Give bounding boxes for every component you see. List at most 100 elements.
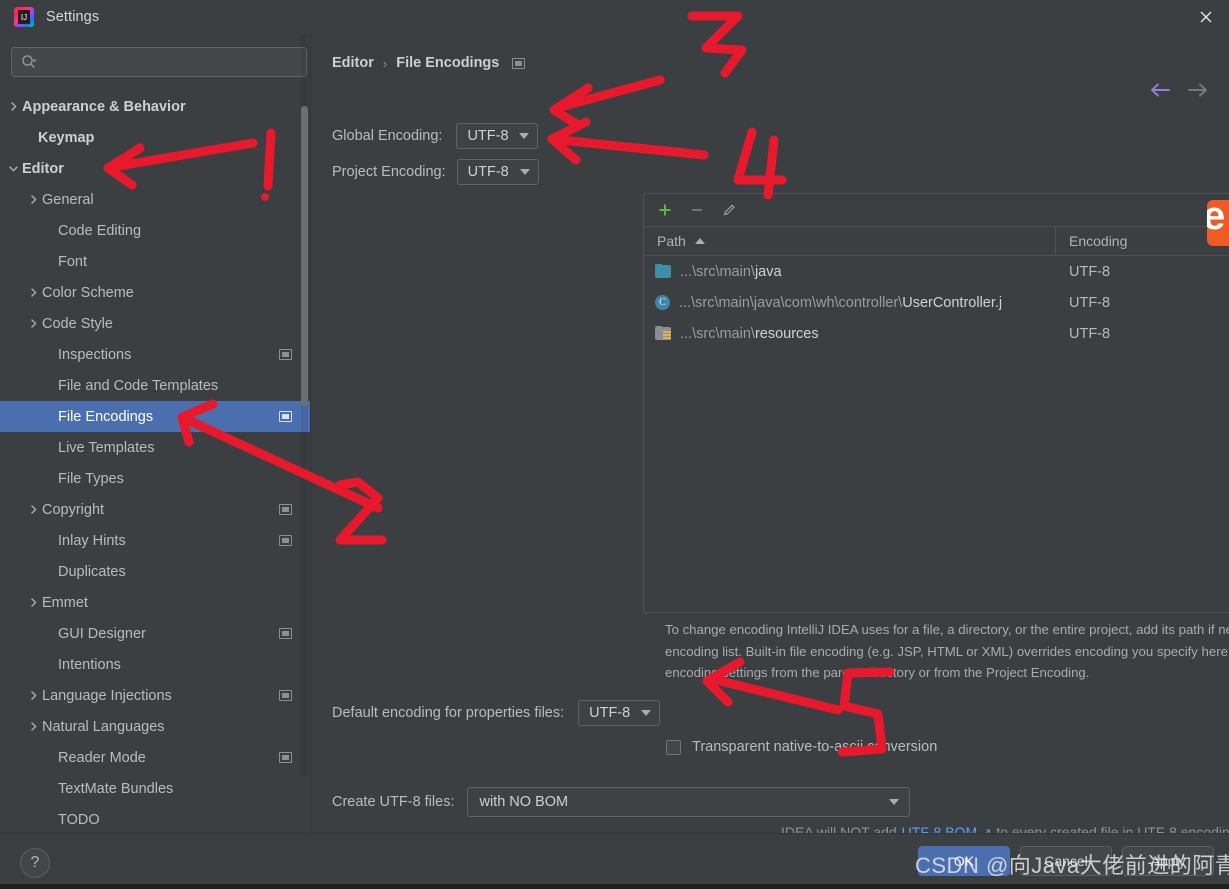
table-cell-path: ...\src\main\java — [644, 263, 1056, 280]
sidebar-item-appearance-behavior[interactable]: Appearance & Behavior — [0, 91, 310, 122]
path-name: UserController.j — [902, 294, 1003, 311]
native-to-ascii-checkbox[interactable] — [666, 739, 681, 755]
encodings-table-header: Path Encoding — [644, 227, 1229, 256]
browser-edge-icon[interactable] — [1207, 200, 1229, 246]
sidebar-item-reader-mode[interactable]: Reader Mode — [0, 742, 310, 773]
sidebar-item-copyright[interactable]: Copyright — [0, 494, 310, 525]
dialog-body: Appearance & Behavior Keymap Editor General… — [0, 34, 1229, 840]
chevron-down-icon — [519, 133, 530, 139]
sidebar-item-duplicates[interactable]: Duplicates — [0, 556, 310, 587]
native-to-ascii-row[interactable]: Transparent native-to-ascii conversion — [666, 739, 937, 755]
remove-path-button[interactable] — [684, 198, 710, 222]
sidebar-scrollbar-thumb[interactable] — [301, 106, 308, 406]
chevron-right-icon[interactable] — [25, 690, 41, 701]
project-scope-icon — [512, 57, 526, 69]
project-encoding-row: Project Encoding: UTF-8 — [332, 159, 539, 185]
sidebar-item-file-and-code-templates[interactable]: File and Code Templates — [0, 370, 310, 401]
global-encoding-label: Global Encoding: — [332, 128, 443, 144]
sidebar-item-code-editing[interactable]: Code Editing — [0, 215, 310, 246]
sidebar-item-live-templates[interactable]: Live Templates — [0, 432, 310, 463]
sidebar-item-inlay-hints[interactable]: Inlay Hints — [0, 525, 310, 556]
breadcrumb-parent[interactable]: Editor — [332, 55, 374, 71]
chevron-down-icon — [519, 169, 530, 175]
project-scope-icon — [279, 348, 292, 360]
table-cell-encoding[interactable]: UTF-8 — [1056, 326, 1229, 342]
native-to-ascii-label: Transparent native-to-ascii conversion — [692, 739, 938, 755]
edit-path-button[interactable] — [716, 198, 742, 222]
sidebar-item-label: TextMate Bundles — [58, 780, 174, 797]
column-header-encoding-label: Encoding — [1069, 233, 1128, 249]
project-scope-icon — [279, 689, 292, 701]
chevron-right-icon[interactable] — [25, 318, 41, 329]
sidebar-item-label: Inlay Hints — [58, 532, 126, 549]
sidebar-item-file-encodings[interactable]: File Encodings — [0, 401, 310, 432]
table-row[interactable]: ...\src\main\resources UTF-8 — [644, 318, 1229, 349]
sidebar-item-label: Color Scheme — [42, 284, 134, 301]
sidebar-item-keymap[interactable]: Keymap — [0, 122, 310, 153]
chevron-right-icon[interactable] — [25, 721, 41, 732]
sidebar-item-font[interactable]: Font — [0, 246, 310, 277]
encodings-table-body: ...\src\main\java UTF-8 C ...\src\main\java… — [644, 256, 1229, 349]
help-icon: ? — [30, 854, 40, 871]
sidebar-item-label: TODO — [58, 811, 100, 828]
sidebar-item-textmate-bundles[interactable]: TextMate Bundles — [0, 773, 310, 804]
table-row[interactable]: ...\src\main\java UTF-8 — [644, 256, 1229, 287]
sidebar-item-color-scheme[interactable]: Color Scheme — [0, 277, 310, 308]
sidebar-item-label: Keymap — [38, 129, 95, 146]
settings-tree: Appearance & Behavior Keymap Editor General… — [0, 91, 310, 833]
sidebar-item-intentions[interactable]: Intentions — [0, 649, 310, 680]
table-cell-encoding[interactable]: UTF-8 — [1056, 295, 1229, 311]
sidebar-item-editor[interactable]: Editor — [0, 153, 310, 184]
create-utf8-row: Create UTF-8 files: with NO BOM — [332, 787, 911, 817]
sidebar-item-todo[interactable]: TODO — [0, 804, 310, 833]
chevron-down-icon — [889, 799, 900, 805]
sidebar-item-label: Inspections — [58, 346, 132, 363]
sidebar-item-inspections[interactable]: Inspections — [0, 339, 310, 370]
table-cell-encoding[interactable]: UTF-8 — [1056, 264, 1229, 280]
sidebar-item-gui-designer[interactable]: GUI Designer — [0, 618, 310, 649]
project-scope-icon — [279, 410, 292, 422]
global-encoding-row: Global Encoding: UTF-8 — [332, 123, 539, 149]
table-cell-path: C ...\src\main\java\com\wh\controller\Use… — [644, 295, 1056, 311]
chevron-right-icon[interactable] — [5, 101, 21, 112]
close-button[interactable] — [1183, 0, 1229, 34]
sidebar-item-label: Font — [58, 253, 88, 270]
chevron-right-icon[interactable] — [25, 194, 41, 205]
sidebar-item-natural-languages[interactable]: Natural Languages — [0, 711, 310, 742]
column-header-encoding[interactable]: Encoding — [1056, 227, 1229, 255]
sidebar-item-label: Emmet — [42, 594, 88, 611]
chevron-right-icon[interactable] — [25, 287, 41, 298]
add-path-button[interactable] — [652, 198, 678, 222]
properties-encoding-combo[interactable]: UTF-8 — [578, 700, 661, 726]
sidebar-item-general[interactable]: General — [0, 184, 310, 215]
project-scope-icon — [279, 627, 292, 639]
arrow-left-icon[interactable] — [1149, 82, 1171, 98]
table-row[interactable]: C ...\src\main\java\com\wh\controller\Use… — [644, 287, 1229, 318]
settings-sidebar: Appearance & Behavior Keymap Editor General… — [0, 34, 311, 833]
chevron-right-icon[interactable] — [25, 504, 41, 515]
sidebar-item-label: Editor — [22, 160, 64, 177]
column-header-path[interactable]: Path — [644, 227, 1056, 255]
chevron-right-icon[interactable] — [25, 597, 41, 608]
global-encoding-combo[interactable]: UTF-8 — [456, 123, 539, 149]
resources-folder-icon — [655, 325, 671, 340]
help-button[interactable]: ? — [20, 848, 50, 878]
path-prefix: ...\src\main\java\com\wh\controller\ — [679, 294, 903, 311]
sidebar-item-language-injections[interactable]: Language Injections — [0, 680, 310, 711]
sidebar-item-emmet[interactable]: Emmet — [0, 587, 310, 618]
title-bar: Settings — [0, 0, 1229, 35]
sidebar-item-label: File Encodings — [58, 408, 154, 425]
sidebar-item-file-types[interactable]: File Types — [0, 463, 310, 494]
create-utf8-combo[interactable]: with NO BOM — [467, 787, 911, 817]
project-encoding-label: Project Encoding: — [332, 164, 446, 180]
project-encoding-combo[interactable]: UTF-8 — [456, 159, 539, 185]
chevron-down-icon — [641, 710, 652, 716]
search-input[interactable] — [11, 47, 307, 77]
path-prefix: ...\src\main\ — [680, 325, 755, 342]
arrow-right-icon[interactable] — [1187, 82, 1209, 98]
chevron-down-icon[interactable] — [5, 163, 21, 174]
breadcrumb: Editor › File Encodings — [332, 55, 526, 71]
encodings-table-panel: Path Encoding ...\src\main\java UTF-8 C...… — [643, 193, 1229, 613]
sort-ascending-icon — [694, 238, 705, 244]
sidebar-item-code-style[interactable]: Code Style — [0, 308, 310, 339]
